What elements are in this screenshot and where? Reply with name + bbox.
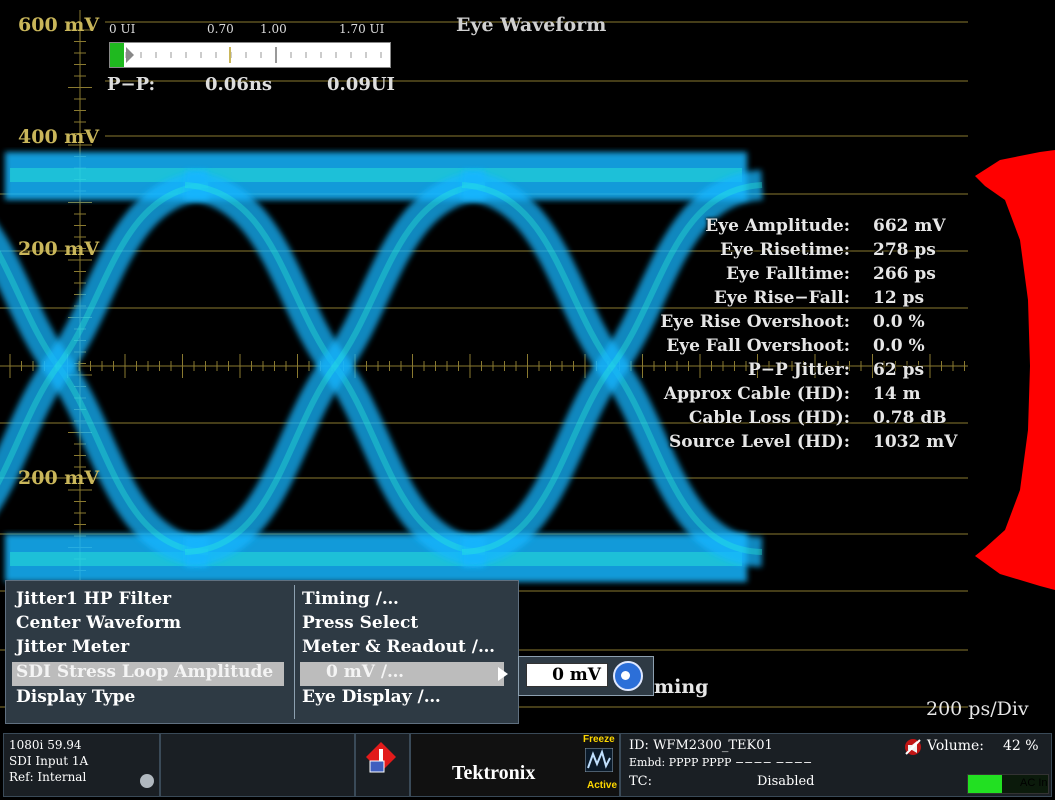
menu-item-sdi-stress-loop-amplitude[interactable]: SDI Stress Loop Amplitude 0 mV /… — [6, 662, 518, 686]
readout-row: Eye Amplitude: 662 mV — [560, 216, 960, 240]
readout-label: Eye Rise−Fall: — [713, 288, 850, 308]
readout-label: Cable Loss (HD): — [688, 408, 850, 428]
menu-item-label: SDI Stress Loop Amplitude — [16, 662, 274, 682]
meter-tick-0ui: 0 UI — [109, 22, 136, 36]
menu-item-value: 0 mV /… — [326, 662, 405, 682]
alarm-panel — [355, 733, 410, 797]
amplitude-value-field[interactable]: 0 mV — [526, 663, 608, 687]
speaker-mute-icon[interactable] — [904, 738, 922, 756]
menu-item-label: Display Type — [16, 687, 136, 707]
readout-label: Eye Rise Overshoot: — [660, 312, 850, 332]
eye-waveform-display: Eye Waveform 600 mV 400 mV 200 mV 200 mV… — [0, 0, 1055, 730]
readout-value: 278 ps — [873, 240, 936, 260]
ac-power-fill — [968, 775, 1002, 793]
readout-row: Approx Cable (HD): 14 m — [560, 384, 960, 408]
menu-obscured-text: ming — [654, 676, 709, 698]
instrument-info-panel: ID: WFM2300_TEK01 Embd: PPPP PPPP −−−− −… — [620, 733, 1052, 797]
readout-label: Eye Falltime: — [725, 264, 850, 284]
reference-status: Ref: Internal — [9, 770, 87, 784]
readout-value: 14 m — [873, 384, 921, 404]
volume-label: Volume: — [927, 738, 985, 754]
adjust-knob-icon[interactable] — [613, 661, 643, 691]
menu-item-label: Jitter1 HP Filter — [16, 589, 172, 609]
axis-label-400mv: 400 mV — [18, 126, 100, 148]
ac-in-label: AC In — [1020, 777, 1048, 789]
input-status-panel: 1080i 59.94 SDI Input 1A Ref: Internal — [3, 733, 160, 797]
menu-item-center-waveform[interactable]: Center Waveform Press Select — [6, 613, 518, 637]
readout-row: Cable Loss (HD): 0.78 dB — [560, 408, 960, 432]
readout-label: Eye Risetime: — [720, 240, 850, 260]
readout-label: Source Level (HD): — [668, 432, 850, 452]
input-name: SDI Input 1A — [9, 754, 89, 768]
ac-power-bar: AC In — [967, 774, 1049, 794]
pp-label: P−P: — [107, 74, 156, 95]
readout-value: 1032 mV — [873, 432, 958, 452]
amplitude-editor: 0 mV — [518, 656, 654, 696]
readout-row: Eye Rise Overshoot: 0.0 % — [560, 312, 960, 336]
readout-row: Eye Risetime: 278 ps — [560, 240, 960, 264]
menu-item-value: Eye Display /… — [302, 687, 441, 707]
readout-value: 266 ps — [873, 264, 936, 284]
readout-value: 62 ps — [873, 360, 925, 380]
volume-value: 42 % — [1003, 738, 1039, 754]
display-title: Eye Waveform — [456, 14, 607, 36]
active-label: Active — [587, 780, 618, 791]
meter-tick-100: 1.00 — [260, 22, 287, 36]
axis-label-600mv: 600 mV — [18, 14, 100, 36]
readout-value: 0.78 dB — [873, 408, 947, 428]
jitter-meter: 0 UI 0.70 1.00 1.70 UI P−P: 0.06ns 0.09U… — [105, 22, 395, 102]
pp-ui-value: 0.09UI — [327, 74, 395, 95]
readout-row: Eye Falltime: 266 ps — [560, 264, 960, 288]
brand-logo: Tektronix — [452, 762, 536, 784]
readout-row: Source Level (HD): 1032 mV — [560, 432, 960, 456]
readout-value: 0.0 % — [873, 312, 925, 332]
axis-label-200mv: 200 mV — [18, 238, 100, 260]
submenu-arrow-icon — [498, 667, 508, 681]
reference-indicator-icon — [140, 774, 154, 788]
readout-value: 0.0 % — [873, 336, 925, 356]
meter-tick-170ui: 1.70 UI — [339, 22, 385, 36]
instrument-id: ID: WFM2300_TEK01 — [629, 738, 773, 753]
readout-row: Eye Fall Overshoot: 0.0 % — [560, 336, 960, 360]
pp-ns-value: 0.06ns — [205, 74, 273, 95]
menu-item-display-type[interactable]: Display Type Eye Display /… — [6, 687, 518, 711]
video-format: 1080i 59.94 — [9, 738, 82, 752]
readout-label: Eye Fall Overshoot: — [666, 336, 850, 356]
meter-bar — [109, 42, 391, 68]
status-panel-empty — [160, 733, 355, 797]
readout-label: P−P Jitter: — [748, 360, 850, 380]
menu-item-value: Timing /… — [302, 589, 399, 609]
readout-label: Eye Amplitude: — [705, 216, 850, 236]
meter-ticks — [125, 47, 382, 63]
readout-row: P−P Jitter: 62 ps — [560, 360, 960, 384]
readout-row: Eye Rise−Fall: 12 ps — [560, 288, 960, 312]
menu-item-value: Press Select — [302, 613, 419, 633]
menu-item-value: Meter & Readout /… — [302, 637, 495, 657]
meter-tick-070: 0.70 — [207, 22, 234, 36]
menu-item-jitter1-hp-filter[interactable]: Jitter1 HP Filter Timing /… — [6, 589, 518, 613]
freeze-icon[interactable] — [585, 748, 613, 772]
freeze-label: Freeze — [583, 734, 615, 745]
menu-item-label: Center Waveform — [16, 613, 182, 633]
readout-label: Approx Cable (HD): — [663, 384, 850, 404]
menu-item-label: Jitter Meter — [16, 637, 130, 657]
embedded-audio: Embd: PPPP PPPP −−−− −−−− — [629, 756, 813, 769]
readout-value: 12 ps — [873, 288, 925, 308]
settings-menu: Jitter1 HP Filter Timing /… Center Wavef… — [5, 580, 519, 724]
time-scale: 200 ps/Div — [926, 698, 1029, 720]
readout-value: 662 mV — [873, 216, 946, 236]
alarm-warning-icon[interactable] — [364, 740, 398, 774]
timecode-label: TC: — [629, 774, 652, 789]
timecode-value: Disabled — [757, 774, 815, 789]
axis-label-neg-200mv: 200 mV — [18, 467, 100, 489]
menu-item-jitter-meter[interactable]: Jitter Meter Meter & Readout /… — [6, 637, 518, 661]
